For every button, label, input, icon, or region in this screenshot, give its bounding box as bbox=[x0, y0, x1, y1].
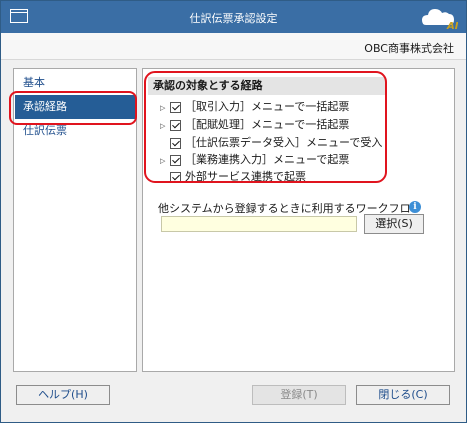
help-button[interactable]: ヘルプ(H) bbox=[16, 385, 110, 405]
title-bar: 仕訳伝票承認設定 AI bbox=[1, 1, 466, 33]
company-name: OBC商事株式会社 bbox=[364, 42, 454, 55]
info-icon[interactable]: i bbox=[409, 201, 421, 213]
company-bar: OBC商事株式会社 bbox=[1, 33, 466, 60]
select-button[interactable]: 選択(S) bbox=[364, 214, 424, 234]
routes-highlight-box bbox=[144, 71, 387, 183]
register-button[interactable]: 登録(T) bbox=[252, 385, 346, 405]
close-button[interactable]: 閉じる(C) bbox=[356, 385, 450, 405]
cloud-ai-logo: AI bbox=[422, 9, 458, 31]
workflow-input[interactable] bbox=[161, 216, 357, 232]
svg-text:AI: AI bbox=[446, 21, 458, 31]
nav-highlight-box bbox=[9, 91, 137, 125]
window-title: 仕訳伝票承認設定 bbox=[189, 12, 278, 25]
